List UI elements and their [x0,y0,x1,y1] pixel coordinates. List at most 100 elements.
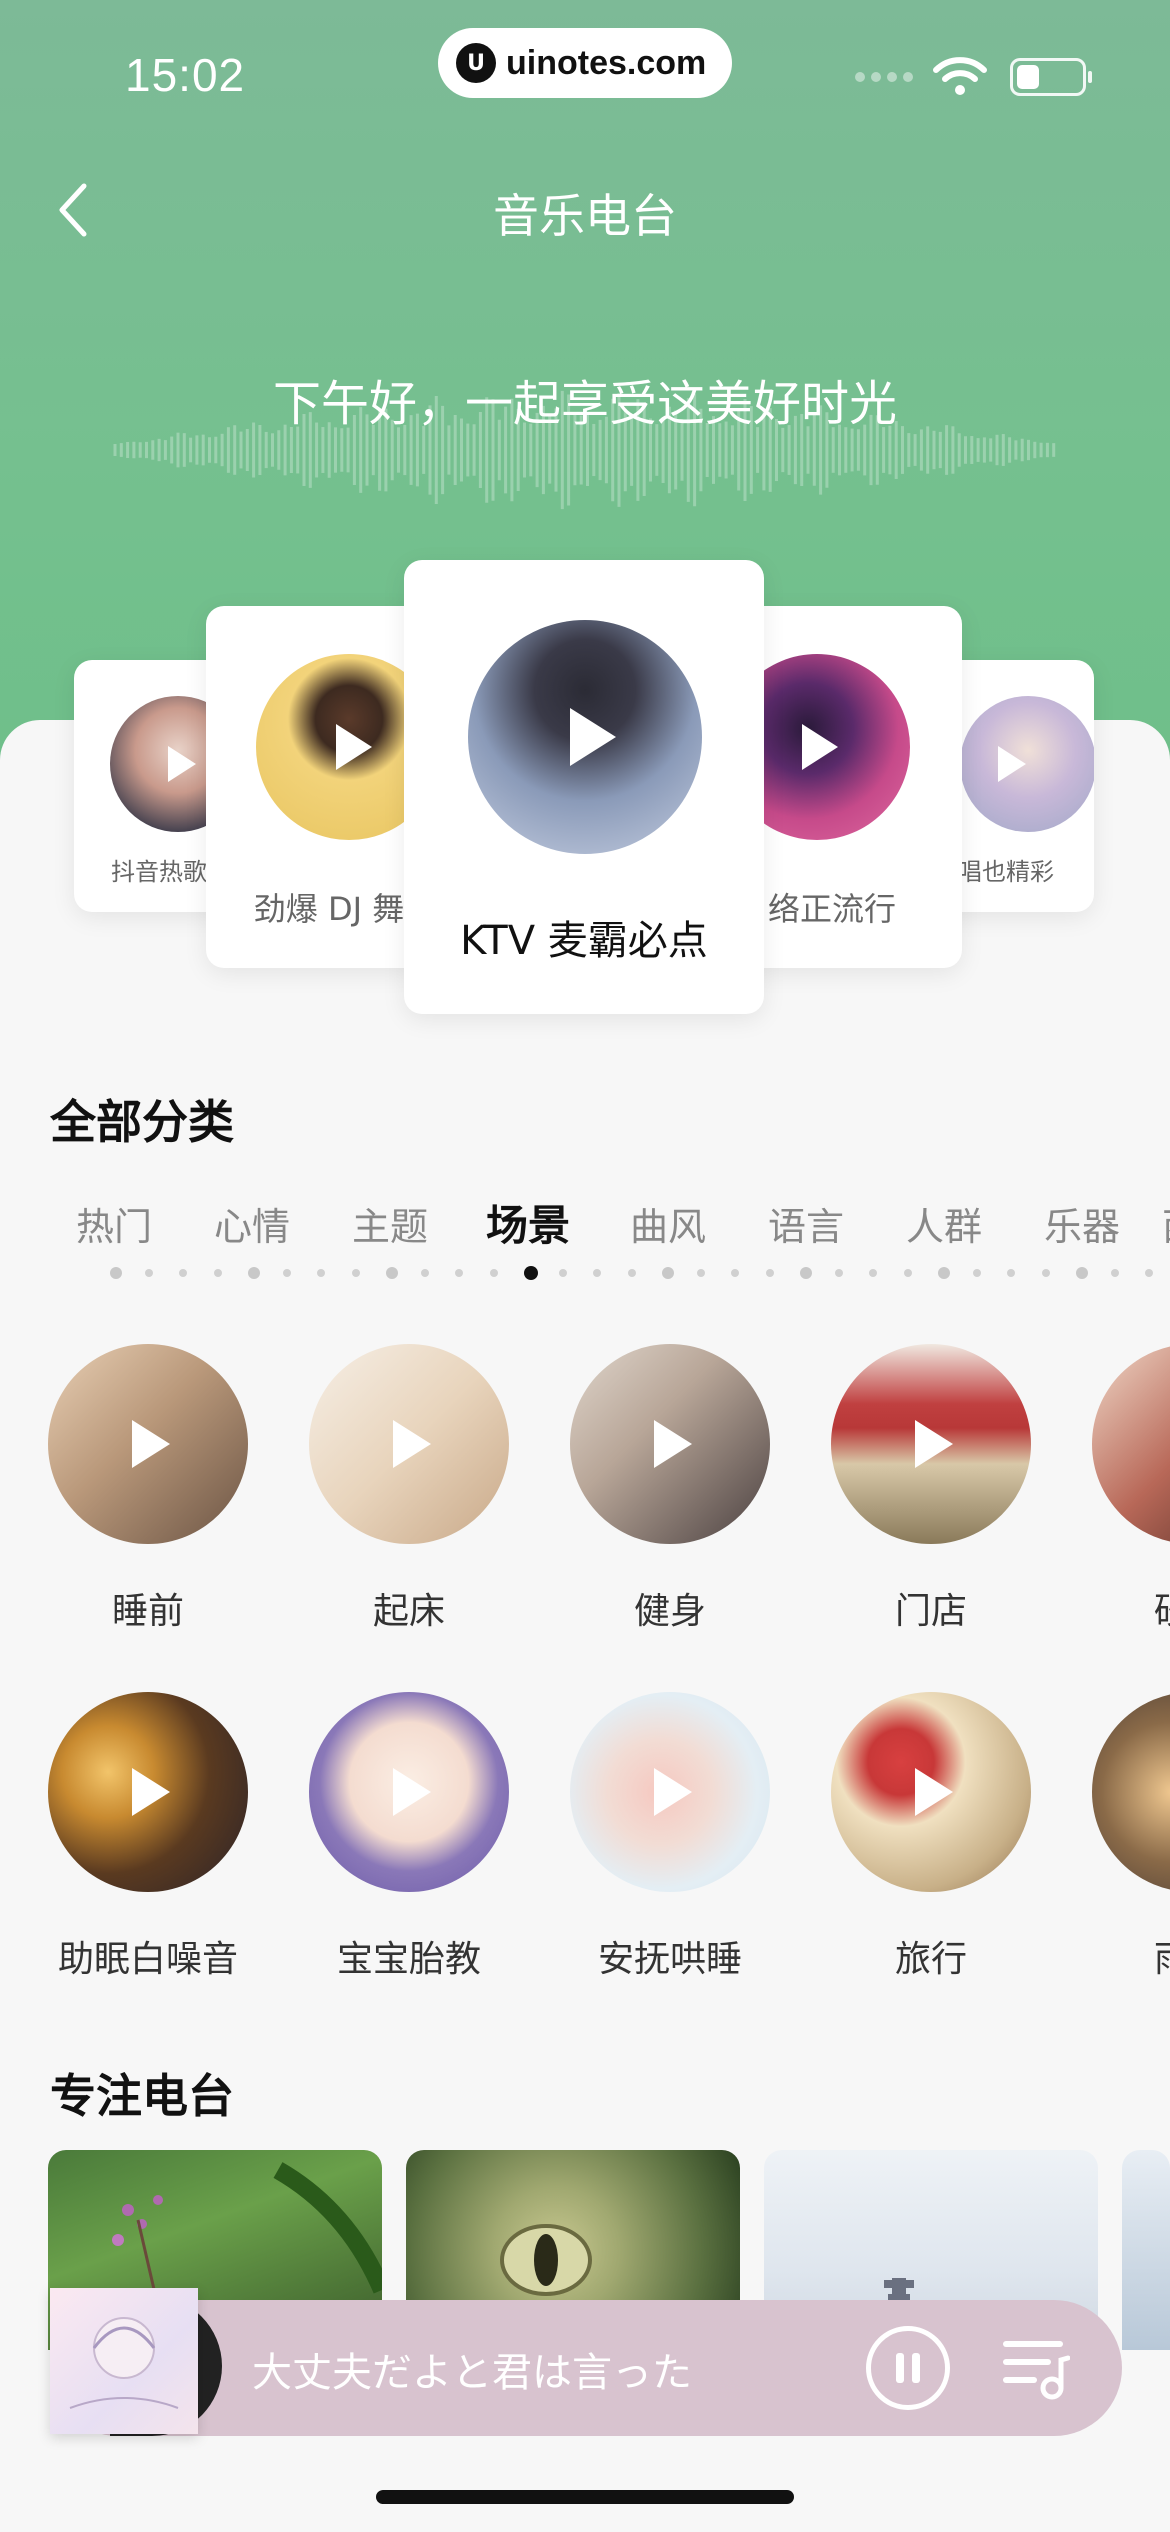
focus-title: 专注电台 [50,2069,234,2123]
indicator-dot [144,1269,153,1277]
radio-cover [744,654,910,840]
tab-next[interactable]: 西 [1162,1196,1170,1251]
tab-hot[interactable]: 热门 [76,1196,152,1251]
url-text: uinotes.com [506,43,707,82]
indicator-dot [1041,1269,1050,1277]
indicator-dot [179,1269,187,1277]
url-pill[interactable]: U uinotes.com [438,28,732,98]
radio-card-dj[interactable]: 劲爆 DJ 舞 [206,606,422,968]
category-cover [48,1692,248,1892]
album-art [69,2317,179,2409]
tab-language[interactable]: 语言 [768,1196,844,1251]
indicator-dot [420,1269,429,1277]
indicator-dot [731,1269,739,1277]
category-item-travel[interactable]: 旅行 [831,1692,1031,1982]
playlist-icon[interactable] [1000,2336,1070,2402]
category-label: 健身 [633,1591,706,1632]
indicator-dot [938,1267,950,1279]
status-bar: 15:02 U uinotes.com [0,0,1170,140]
radio-card-label: 劲爆 DJ 舞 [253,890,405,928]
status-time: 15:02 [125,49,246,101]
play-icon [915,1768,953,1816]
indicator-dot [351,1269,360,1277]
greeting-text: 下午好，一起享受这美好时光 [272,376,897,432]
category-label: 起床 [372,1591,445,1632]
play-icon [654,1768,692,1816]
category-item-partial[interactable]: 砂 [1092,1344,1170,1634]
indicator-dot [110,1267,122,1279]
category-label: 睡前 [111,1591,184,1632]
category-cover [1092,1692,1170,1892]
pause-button[interactable] [866,2326,950,2410]
category-label: 安抚哄睡 [597,1939,742,1980]
play-icon [393,1768,431,1816]
category-cover [570,1344,770,1544]
radio-cover [256,654,422,840]
indicator-dot [1145,1269,1153,1277]
play-icon [393,1420,431,1468]
category-cover [570,1692,770,1892]
indicator-dot [662,1267,674,1279]
category-label: 雨 [1092,1930,1170,1982]
category-cover [309,1344,509,1544]
radio-card-ktv[interactable]: KTV 麦霸必点 [404,560,764,1014]
category-item-fitness[interactable]: 健身 [570,1344,770,1634]
indicator-dot [869,1269,877,1277]
indicator-dot [213,1269,222,1277]
focus-card[interactable] [1122,2150,1170,2350]
tab-theme[interactable]: 主题 [352,1196,428,1251]
category-label: 旅行 [894,1939,967,1980]
play-icon [132,1420,170,1468]
play-icon [915,1420,953,1468]
tab-crowd[interactable]: 人群 [906,1196,982,1251]
category-item-wake-up[interactable]: 起床 [309,1344,509,1634]
indicator-dot [558,1269,567,1277]
category-label: 宝宝胎教 [336,1939,481,1980]
home-indicator[interactable] [376,2490,794,2504]
play-icon [802,724,838,770]
indicator-dot [903,1269,912,1277]
indicator-dot [317,1269,325,1277]
play-icon [336,724,372,770]
tab-instrument[interactable]: 乐器 [1044,1196,1120,1251]
indicator-dot [386,1267,398,1279]
uinotes-logo-icon: U [456,43,496,83]
indicator-dot [696,1269,705,1277]
album-cover[interactable] [50,2288,198,2434]
indicator-dot [800,1267,812,1279]
wifi-icon [933,57,987,95]
category-cover [48,1344,248,1544]
indicator-dot [593,1269,601,1277]
indicator-dot [972,1269,981,1277]
radio-cover [960,696,1094,832]
tab-mood[interactable]: 心情 [214,1196,290,1251]
tab-indicator-dots [110,1266,1170,1280]
radio-card-label: KTV 麦霸必点 [460,918,708,964]
tab-genre[interactable]: 曲风 [630,1196,706,1251]
category-cover [831,1344,1031,1544]
tab-scene[interactable]: 场景 [486,1192,570,1253]
category-cover [1092,1344,1170,1544]
category-item-partial-2[interactable]: 雨 [1092,1692,1170,1982]
indicator-dot [1110,1269,1119,1277]
category-cover [831,1692,1031,1892]
indicator-dot [489,1269,498,1277]
category-item-store[interactable]: 门店 [831,1344,1031,1634]
category-item-soothe[interactable]: 安抚哄睡 [570,1692,770,1982]
indicator-dot [765,1269,774,1277]
category-label: 门店 [894,1591,967,1632]
indicator-dot [524,1266,538,1280]
indicator-dot [1007,1269,1015,1277]
indicator-dot [455,1269,463,1277]
category-item-white-noise[interactable]: 助眠白噪音 [48,1692,248,1982]
page-title: 音乐电台 [493,189,677,243]
category-item-before-sleep[interactable]: 睡前 [48,1344,248,1634]
indicator-dot [248,1267,260,1279]
category-label: 助眠白噪音 [57,1939,238,1980]
category-label: 砂 [1092,1582,1170,1634]
category-tabs: 热门 心情 主题 场景 曲风 语言 人群 乐器 西 [76,1196,1170,1256]
signal-icon [855,72,913,82]
categories-title: 全部分类 [50,1095,234,1149]
category-item-prenatal[interactable]: 宝宝胎教 [309,1692,509,1982]
radio-card-lucky[interactable]: 络正流行 [744,606,962,968]
